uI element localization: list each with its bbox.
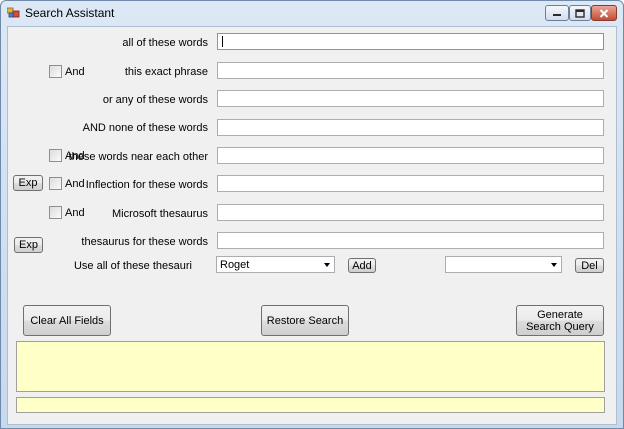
query-output-area[interactable] bbox=[16, 341, 605, 392]
none-words-label: AND none of these words bbox=[82, 122, 208, 134]
inflection-and-checkbox[interactable] bbox=[49, 177, 62, 190]
chevron-down-icon bbox=[324, 263, 330, 267]
close-button[interactable] bbox=[591, 5, 617, 21]
window-title: Search Assistant bbox=[25, 6, 115, 20]
search-assistant-window: Search Assistant all of these words And … bbox=[0, 0, 624, 429]
restore-search-button[interactable]: Restore Search bbox=[261, 305, 349, 336]
thesaurus-exp-button[interactable]: Exp bbox=[14, 237, 43, 253]
all-words-label: all of these words bbox=[122, 37, 208, 49]
thesaurus-select-value: Roget bbox=[220, 259, 250, 271]
add-thesaurus-button[interactable]: Add bbox=[348, 258, 376, 273]
inflection-label: Inflection for these words bbox=[85, 179, 208, 191]
minimize-icon bbox=[553, 14, 561, 16]
status-bar bbox=[16, 397, 605, 413]
thesaurus-words-label: thesaurus for these words bbox=[81, 236, 208, 248]
ms-thesaurus-input[interactable] bbox=[217, 204, 604, 221]
thesaurus-select[interactable]: Roget bbox=[216, 256, 335, 273]
inflection-exp-button[interactable]: Exp bbox=[13, 175, 43, 191]
close-icon bbox=[599, 8, 609, 18]
minimize-button[interactable] bbox=[545, 5, 569, 21]
maximize-button[interactable] bbox=[569, 5, 591, 21]
ms-thesaurus-label: Microsoft thesaurus bbox=[112, 208, 208, 220]
all-words-input[interactable] bbox=[217, 33, 604, 50]
generate-search-query-button[interactable]: Generate Search Query bbox=[516, 305, 604, 336]
thesaurus-words-input[interactable] bbox=[217, 232, 604, 249]
none-words-input[interactable] bbox=[217, 119, 604, 136]
app-icon bbox=[7, 7, 20, 18]
exact-phrase-label: this exact phrase bbox=[124, 66, 208, 78]
any-words-label: or any of these words bbox=[102, 94, 208, 106]
delete-thesaurus-button[interactable]: Del bbox=[575, 258, 604, 273]
ms-thesaurus-and-label: And bbox=[65, 207, 85, 219]
form-body: all of these words And this exact phrase… bbox=[7, 26, 617, 425]
inflection-input[interactable] bbox=[217, 175, 604, 192]
exact-phrase-and-checkbox[interactable] bbox=[49, 65, 62, 78]
any-words-input[interactable] bbox=[217, 90, 604, 107]
near-words-input[interactable] bbox=[217, 147, 604, 164]
ms-thesaurus-and-checkbox[interactable] bbox=[49, 206, 62, 219]
clear-all-fields-button[interactable]: Clear All Fields bbox=[23, 305, 111, 336]
chevron-down-icon bbox=[551, 263, 557, 267]
exact-phrase-and-label: And bbox=[65, 66, 85, 78]
title-bar: Search Assistant bbox=[1, 1, 623, 25]
selected-thesauri-select[interactable] bbox=[445, 256, 562, 273]
thesauri-label: Use all of these thesauri bbox=[73, 260, 192, 272]
exact-phrase-input[interactable] bbox=[217, 62, 604, 79]
text-caret bbox=[222, 36, 223, 47]
near-words-label: these words near each other bbox=[68, 151, 208, 163]
maximize-icon bbox=[575, 8, 585, 18]
